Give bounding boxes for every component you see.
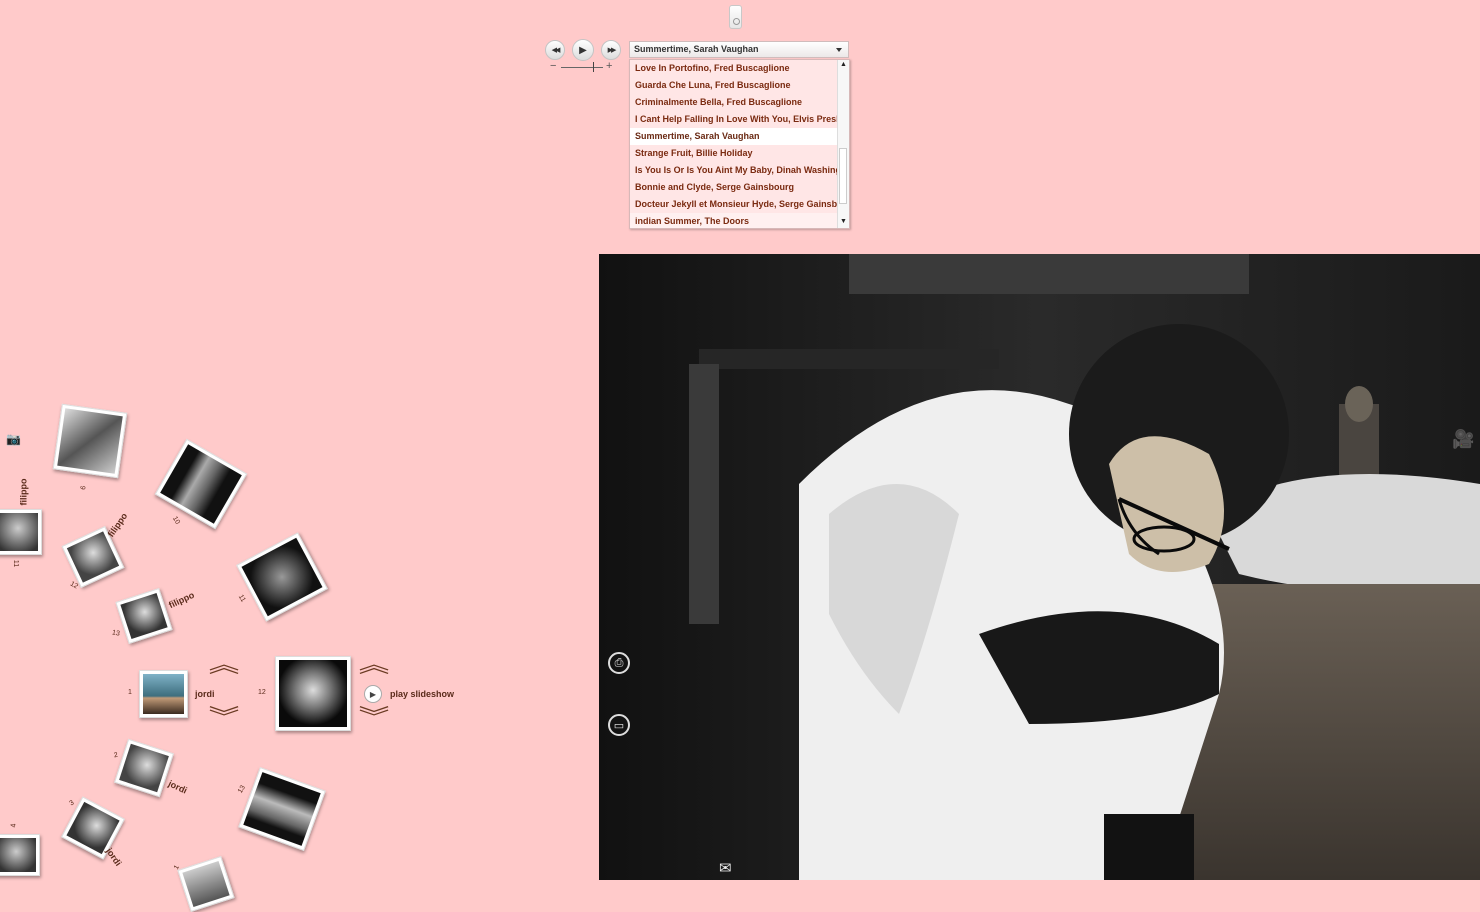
carousel-thumb[interactable] [0, 509, 42, 555]
photo-down-button[interactable]: ︾ [359, 707, 390, 729]
scroll-up-icon[interactable]: ▲ [839, 60, 848, 70]
rewind-button[interactable]: ◀◀ [545, 40, 565, 60]
user-up-button[interactable]: ︽ [209, 654, 240, 676]
ipod-icon [729, 5, 742, 29]
play-slideshow-label[interactable]: play slideshow [390, 689, 454, 699]
thumb-number: 2 [113, 751, 119, 760]
carousel-thumb[interactable] [177, 855, 235, 912]
track-item[interactable]: Strange Fruit, Billie Holiday [630, 145, 838, 162]
track-item[interactable]: Docteur Jekyll et Monsieur Hyde, Serge G… [630, 196, 838, 213]
thumb-number: 13 [111, 629, 121, 638]
thumb-number: 3 [68, 799, 76, 808]
rewind-icon: ◀◀ [551, 47, 561, 54]
photo-viewer[interactable]: ⎙ ▭ 🎥 ✉ [599, 254, 1480, 880]
thumb-label: filippo [167, 589, 196, 611]
forward-icon: ▶▶ [607, 47, 617, 54]
volume-up-button[interactable]: + [606, 60, 612, 72]
thumb-number: 11 [12, 559, 20, 568]
track-item[interactable]: I Cant Help Falling In Love With You, El… [630, 111, 838, 128]
current-user-thumb[interactable] [139, 670, 188, 718]
scrollbar-thumb[interactable] [839, 148, 847, 204]
play-button[interactable]: ▶ [572, 39, 594, 61]
gallery-button[interactable]: ▭ [608, 714, 630, 736]
track-item[interactable]: Guarda Che Luna, Fred Buscaglione [630, 77, 838, 94]
chevron-down-icon [836, 48, 842, 52]
carousel-thumb[interactable] [236, 532, 328, 622]
track-item[interactable]: Is You Is Or Is You Aint My Baby, Dinah … [630, 162, 838, 179]
print-button[interactable]: ⎙ [608, 652, 630, 674]
track-item[interactable]: Bonnie and Clyde, Serge Gainsbourg [630, 179, 838, 196]
track-list[interactable]: Love In Portofino, Fred Buscaglione Guard… [629, 59, 850, 229]
carousel-thumb[interactable] [115, 587, 173, 645]
main-photo [599, 254, 1480, 880]
gallery-icon: ▭ [613, 719, 625, 732]
thumb-number: 13 [236, 784, 247, 795]
user-down-button[interactable]: ︾ [209, 707, 240, 729]
video-camera-icon[interactable]: 🎥 [1452, 429, 1474, 450]
track-item[interactable]: Criminalmente Bella, Fred Buscaglione [630, 94, 838, 111]
current-photo-thumb[interactable] [275, 656, 351, 731]
track-select[interactable]: Summertime, Sarah Vaughan [629, 41, 849, 58]
volume-down-button[interactable]: − [550, 60, 556, 72]
carousel-thumb[interactable] [0, 834, 40, 876]
thumb-label: filippo [105, 511, 130, 539]
track-list-scrollbar[interactable]: ▲ ▼ [837, 60, 849, 228]
carousel-thumb[interactable] [52, 403, 128, 479]
current-photo-number: 12 [258, 689, 266, 696]
carousel-thumb[interactable] [238, 766, 326, 852]
play-icon: ▶ [369, 689, 377, 699]
play-slideshow-button[interactable]: ▶ [364, 685, 382, 703]
thumb-number: 10 [170, 515, 181, 526]
track-item[interactable]: Love In Portofino, Fred Buscaglione [630, 60, 838, 77]
volume-slider-track[interactable] [561, 67, 603, 68]
carousel-thumb[interactable] [154, 438, 248, 530]
thumb-number: 9 [78, 484, 86, 491]
track-item[interactable]: Summertime, Sarah Vaughan [630, 128, 838, 145]
track-item[interactable]: indian Summer, The Doors [630, 213, 838, 228]
thumb-number: 11 [236, 593, 247, 604]
track-select-value: Summertime, Sarah Vaughan [634, 44, 759, 54]
print-icon: ⎙ [614, 656, 624, 669]
current-user-label: jordi [195, 689, 215, 699]
thumb-label: jordi [166, 778, 189, 796]
camera-icon[interactable]: 📷 [6, 432, 21, 446]
play-icon: ▶ [579, 44, 587, 56]
thumb-label: jordi [104, 846, 124, 868]
carousel-thumb[interactable] [114, 738, 174, 798]
mail-icon[interactable]: ✉ [719, 859, 732, 877]
volume-slider-handle[interactable] [593, 62, 594, 72]
scroll-down-icon[interactable]: ▼ [839, 217, 848, 227]
forward-button[interactable]: ▶▶ [601, 40, 621, 60]
thumb-number: 4 [10, 823, 18, 828]
thumb-label: filippo [18, 478, 29, 506]
current-user-number: 1 [128, 689, 132, 696]
photo-up-button[interactable]: ︽ [359, 654, 390, 676]
